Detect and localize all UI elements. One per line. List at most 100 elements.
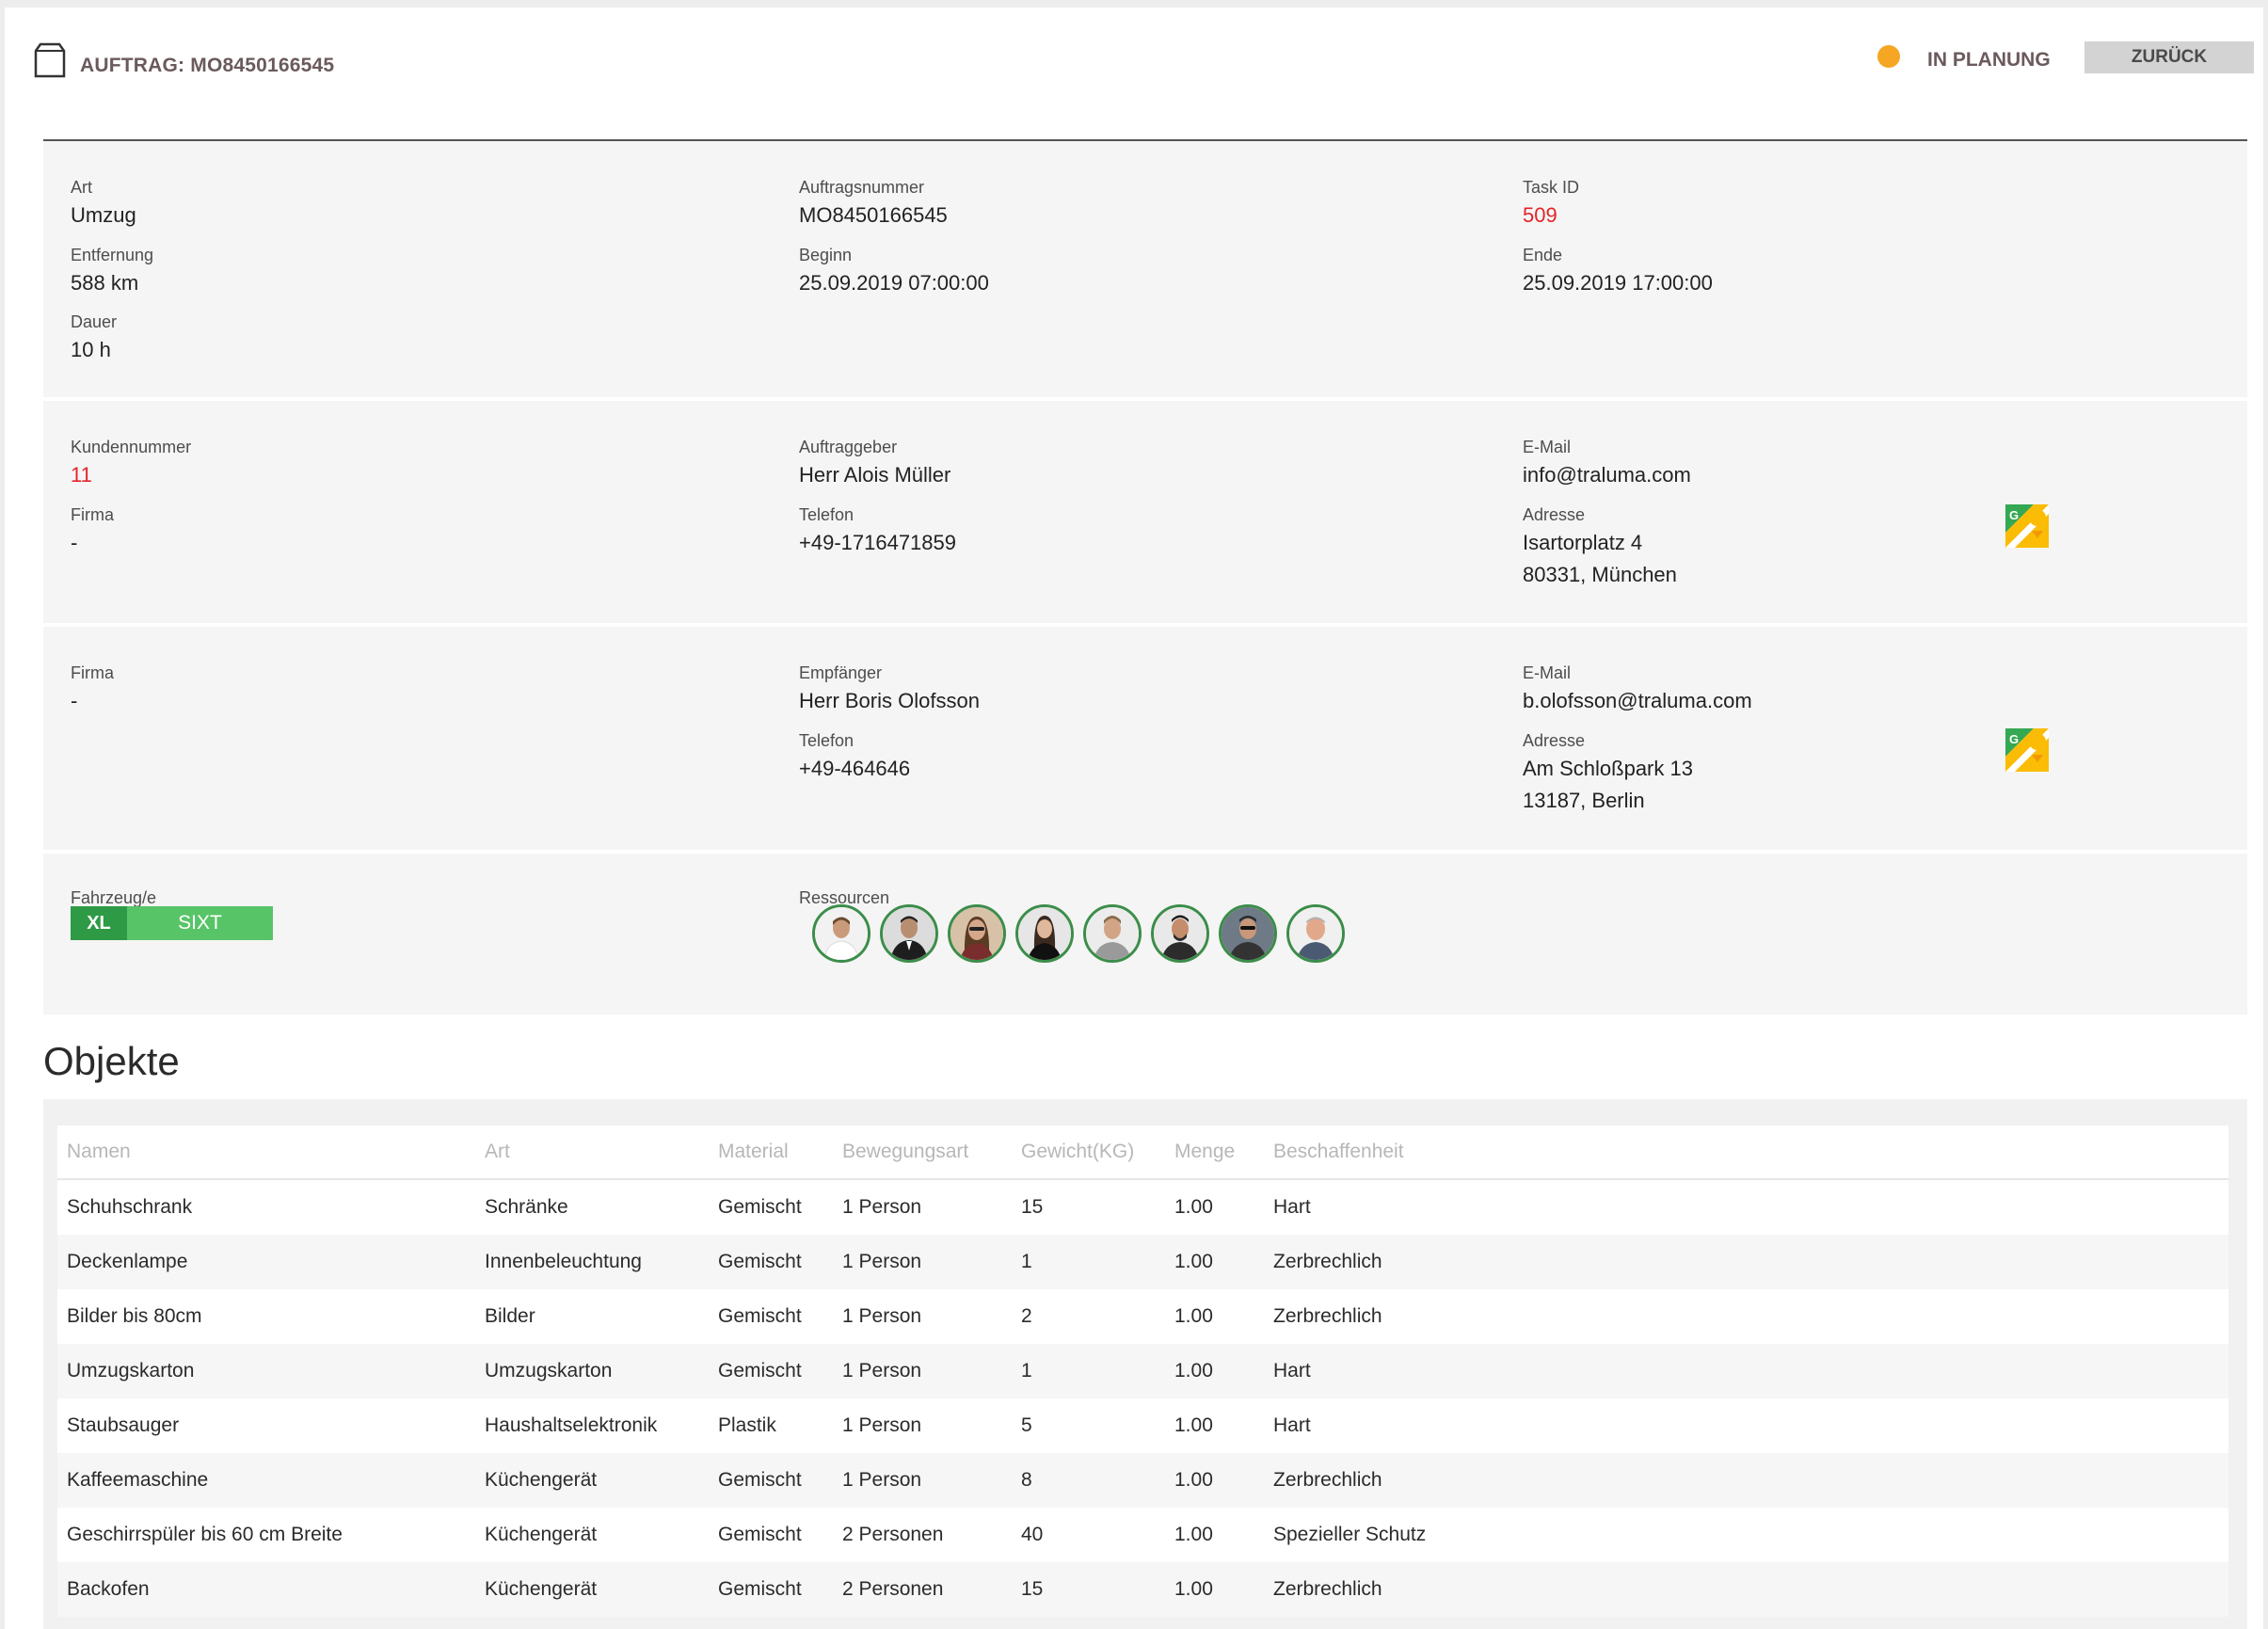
cell-menge: 1.00 <box>1165 1453 1264 1508</box>
recipient-firma-label: Firma <box>71 663 114 682</box>
cell-namen: Staubsauger <box>57 1398 475 1453</box>
cell-bewegungsart: 1 Person <box>833 1179 1012 1235</box>
task-id-link[interactable]: 509 <box>1523 202 1579 229</box>
back-button[interactable]: ZURÜCK <box>2084 41 2254 73</box>
cell-menge: 1.00 <box>1165 1179 1264 1235</box>
column-header-art[interactable]: Art <box>475 1126 709 1180</box>
recipient-adresse-line2: 13187, Berlin <box>1523 789 1645 812</box>
cell-namen: Backofen <box>57 1562 475 1617</box>
cell-bewegungsart: 1 Person <box>833 1398 1012 1453</box>
field-kundennummer: Kundennummer 11 <box>71 437 191 488</box>
cell-namen: Umzugskarton <box>57 1344 475 1398</box>
cell-material: Gemischt <box>709 1289 833 1344</box>
recipient-firma-value: - <box>71 689 78 712</box>
objekte-heading: Objekte <box>43 1039 180 1083</box>
cell-material: Gemischt <box>709 1344 833 1398</box>
column-header-bewegungsart[interactable]: Bewegungsart <box>833 1126 1012 1180</box>
empfaenger-value: Herr Boris Olofsson <box>799 689 980 712</box>
beginn-label: Beginn <box>799 246 853 264</box>
cell-menge: 1.00 <box>1165 1562 1264 1617</box>
table-row[interactable]: Backofen Küchengerät Gemischt 2 Personen… <box>57 1562 2228 1617</box>
cell-namen: Bilder bis 80cm <box>57 1289 475 1344</box>
beginn-value: 25.09.2019 07:00:00 <box>799 271 989 295</box>
resources-panel: Fahrzeug/e XL SIXT Ressourcen <box>43 854 2247 1014</box>
cell-material: Gemischt <box>709 1508 833 1562</box>
avatar[interactable] <box>812 904 870 963</box>
field-recipient-adresse: Adresse Am Schloßpark 13 13187, Berlin <box>1523 730 1693 814</box>
table-row[interactable]: Staubsauger Haushaltselektronik Plastik … <box>57 1398 2228 1453</box>
table-row[interactable]: Deckenlampe Innenbeleuchtung Gemischt 1 … <box>57 1235 2228 1289</box>
fahrzeug-label: Fahrzeug/e <box>71 888 157 907</box>
table-row[interactable]: Umzugskarton Umzugskarton Gemischt 1 Per… <box>57 1344 2228 1398</box>
box-icon <box>33 41 67 79</box>
avatar[interactable] <box>880 904 938 963</box>
field-art: Art Umzug <box>71 177 136 229</box>
field-recipient-email: E-Mail b.olofsson@traluma.com <box>1523 663 1752 714</box>
recipient-adresse-line1: Am Schloßpark 13 <box>1523 757 1693 780</box>
table-row[interactable]: Schuhschrank Schränke Gemischt 1 Person … <box>57 1179 2228 1235</box>
table-row[interactable]: Kaffeemaschine Küchengerät Gemischt 1 Pe… <box>57 1453 2228 1508</box>
column-header-menge[interactable]: Menge <box>1165 1126 1264 1180</box>
order-detail-page: AUFTRAG: MO8450166545 IN PLANUNG ZURÜCK … <box>5 8 2263 1629</box>
field-recipient-telefon: Telefon +49-464646 <box>799 730 910 782</box>
cell-art: Innenbeleuchtung <box>475 1235 709 1289</box>
field-entfernung: Entfernung 588 km <box>71 245 153 296</box>
cell-bewegungsart: 2 Personen <box>833 1508 1012 1562</box>
recipient-telefon-label: Telefon <box>799 731 854 750</box>
column-header-material[interactable]: Material <box>709 1126 833 1180</box>
google-maps-icon[interactable]: G <box>2005 504 2049 548</box>
column-header-namen[interactable]: Namen <box>57 1126 475 1180</box>
cell-beschaffenheit: Zerbrechlich <box>1264 1453 2228 1508</box>
firma-label: Firma <box>71 505 114 524</box>
objekte-table-container: Namen Art Material Bewegungsart Gewicht(… <box>43 1099 2247 1629</box>
google-maps-icon[interactable]: G <box>2005 728 2049 772</box>
kundennummer-link[interactable]: 11 <box>71 462 191 488</box>
cell-art: Umzugskarton <box>475 1344 709 1398</box>
ende-label: Ende <box>1523 246 1563 264</box>
field-empfaenger: Empfänger Herr Boris Olofsson <box>799 663 980 714</box>
cell-gewicht: 15 <box>1012 1562 1165 1617</box>
table-row[interactable]: Bilder bis 80cm Bilder Gemischt 1 Person… <box>57 1289 2228 1344</box>
vehicle-badge[interactable]: XL SIXT <box>71 906 273 940</box>
cell-art: Küchengerät <box>475 1453 709 1508</box>
cell-beschaffenheit: Zerbrechlich <box>1264 1289 2228 1344</box>
field-telefon: Telefon +49-1716471859 <box>799 504 956 556</box>
email-value: info@traluma.com <box>1523 463 1691 487</box>
cell-bewegungsart: 1 Person <box>833 1453 1012 1508</box>
column-header-gewicht[interactable]: Gewicht(KG) <box>1012 1126 1165 1180</box>
field-ende: Ende 25.09.2019 17:00:00 <box>1523 245 1713 296</box>
adresse-line2: 80331, München <box>1523 563 1677 586</box>
cell-gewicht: 40 <box>1012 1508 1165 1562</box>
field-firma: Firma - <box>71 504 114 556</box>
dauer-value: 10 h <box>71 338 111 361</box>
auftraggeber-label: Auftraggeber <box>799 438 898 456</box>
column-header-beschaffenheit[interactable]: Beschaffenheit <box>1264 1126 2228 1180</box>
entfernung-label: Entfernung <box>71 246 154 264</box>
cell-material: Gemischt <box>709 1562 833 1617</box>
customer-panel: Kundennummer 11 Firma - Auftraggeber Her… <box>43 401 2247 623</box>
field-recipient-firma: Firma - <box>71 663 114 714</box>
firma-value: - <box>71 531 78 554</box>
cell-namen: Schuhschrank <box>57 1179 475 1235</box>
avatar[interactable] <box>948 904 1006 963</box>
cell-material: Plastik <box>709 1398 833 1453</box>
avatar[interactable] <box>1151 904 1209 963</box>
cell-beschaffenheit: Zerbrechlich <box>1264 1235 2228 1289</box>
avatar[interactable] <box>1219 904 1277 963</box>
avatar[interactable] <box>1083 904 1142 963</box>
cell-namen: Kaffeemaschine <box>57 1453 475 1508</box>
cell-beschaffenheit: Hart <box>1264 1179 2228 1235</box>
cell-gewicht: 8 <box>1012 1453 1165 1508</box>
entfernung-value: 588 km <box>71 271 139 295</box>
avatar[interactable] <box>1015 904 1074 963</box>
table-row[interactable]: Geschirrspüler bis 60 cm Breite Küchenge… <box>57 1508 2228 1562</box>
telefon-value: +49-1716471859 <box>799 531 956 554</box>
field-task-id: Task ID 509 <box>1523 177 1579 229</box>
status-indicator-dot <box>1877 45 1900 68</box>
cell-namen: Geschirrspüler bis 60 cm Breite <box>57 1508 475 1562</box>
order-header: AUFTRAG: MO8450166545 IN PLANUNG ZURÜCK <box>5 8 2263 139</box>
cell-beschaffenheit: Zerbrechlich <box>1264 1562 2228 1617</box>
avatar[interactable] <box>1286 904 1345 963</box>
vehicle-size: XL <box>71 906 127 940</box>
kundennummer-label: Kundennummer <box>71 438 192 456</box>
